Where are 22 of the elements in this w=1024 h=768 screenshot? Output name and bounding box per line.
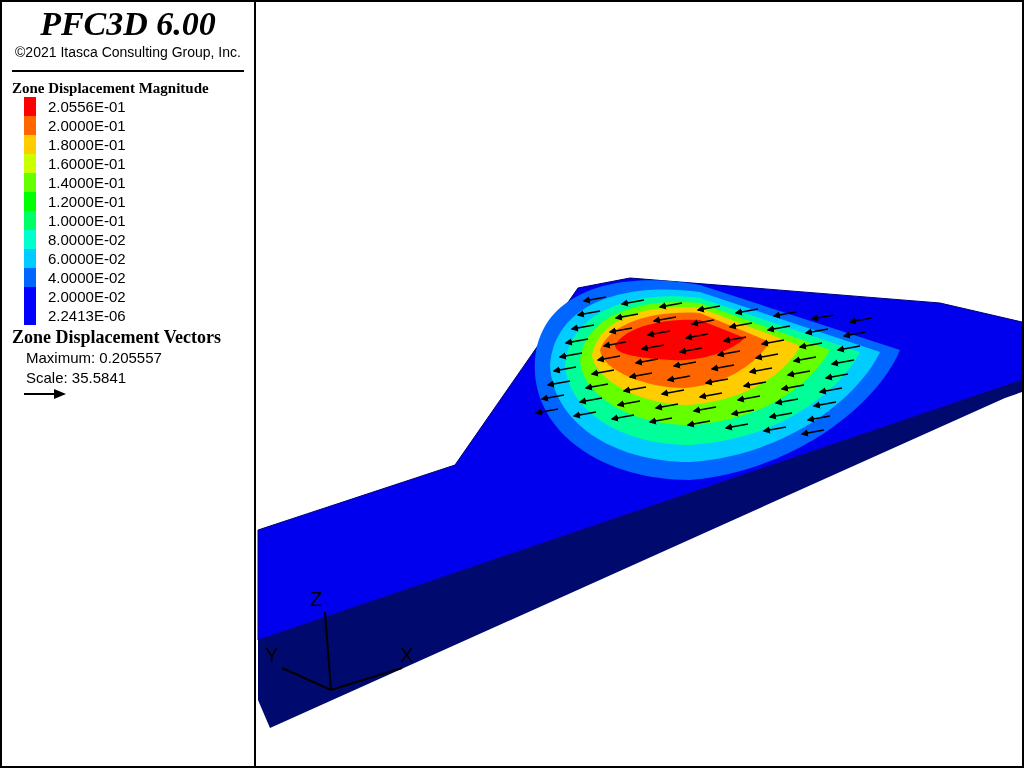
axis-label: Z bbox=[310, 588, 323, 610]
legend-label: 1.8000E-01 bbox=[48, 136, 126, 153]
legend-title: Zone Displacement Vectors bbox=[12, 327, 222, 348]
copyright-text: ©2021 Itasca Consulting Group, Inc. bbox=[14, 44, 242, 60]
vector-arrow-icon bbox=[24, 388, 68, 400]
legend-label: 1.0000E-01 bbox=[48, 212, 126, 229]
legend-label: 1.2000E-01 bbox=[48, 193, 126, 210]
legend-label: 2.2413E-06 bbox=[48, 307, 126, 324]
app-title: PFC3D 6.00 bbox=[39, 6, 217, 42]
scale-text: Scale: 35.5841 bbox=[25, 368, 128, 388]
axis-label: X bbox=[400, 644, 414, 666]
legend-label: 1.6000E-01 bbox=[48, 155, 126, 172]
legend-label: 1.4000E-01 bbox=[48, 174, 126, 191]
legend-label: 4.0000E-02 bbox=[48, 269, 126, 286]
legend-label: 2.0556E-01 bbox=[48, 98, 126, 115]
legend-label: 8.0000E-02 bbox=[48, 231, 126, 248]
legend-label: 2.0000E-02 bbox=[48, 288, 126, 305]
axis-label: Y bbox=[265, 644, 279, 666]
legend-title: Zone Displacement Magnitude bbox=[12, 80, 210, 97]
maximum-text: Maximum: 0.205557 bbox=[25, 348, 163, 368]
legend-label: 2.0000E-01 bbox=[48, 117, 126, 134]
legend-label: 6.0000E-02 bbox=[48, 250, 126, 267]
